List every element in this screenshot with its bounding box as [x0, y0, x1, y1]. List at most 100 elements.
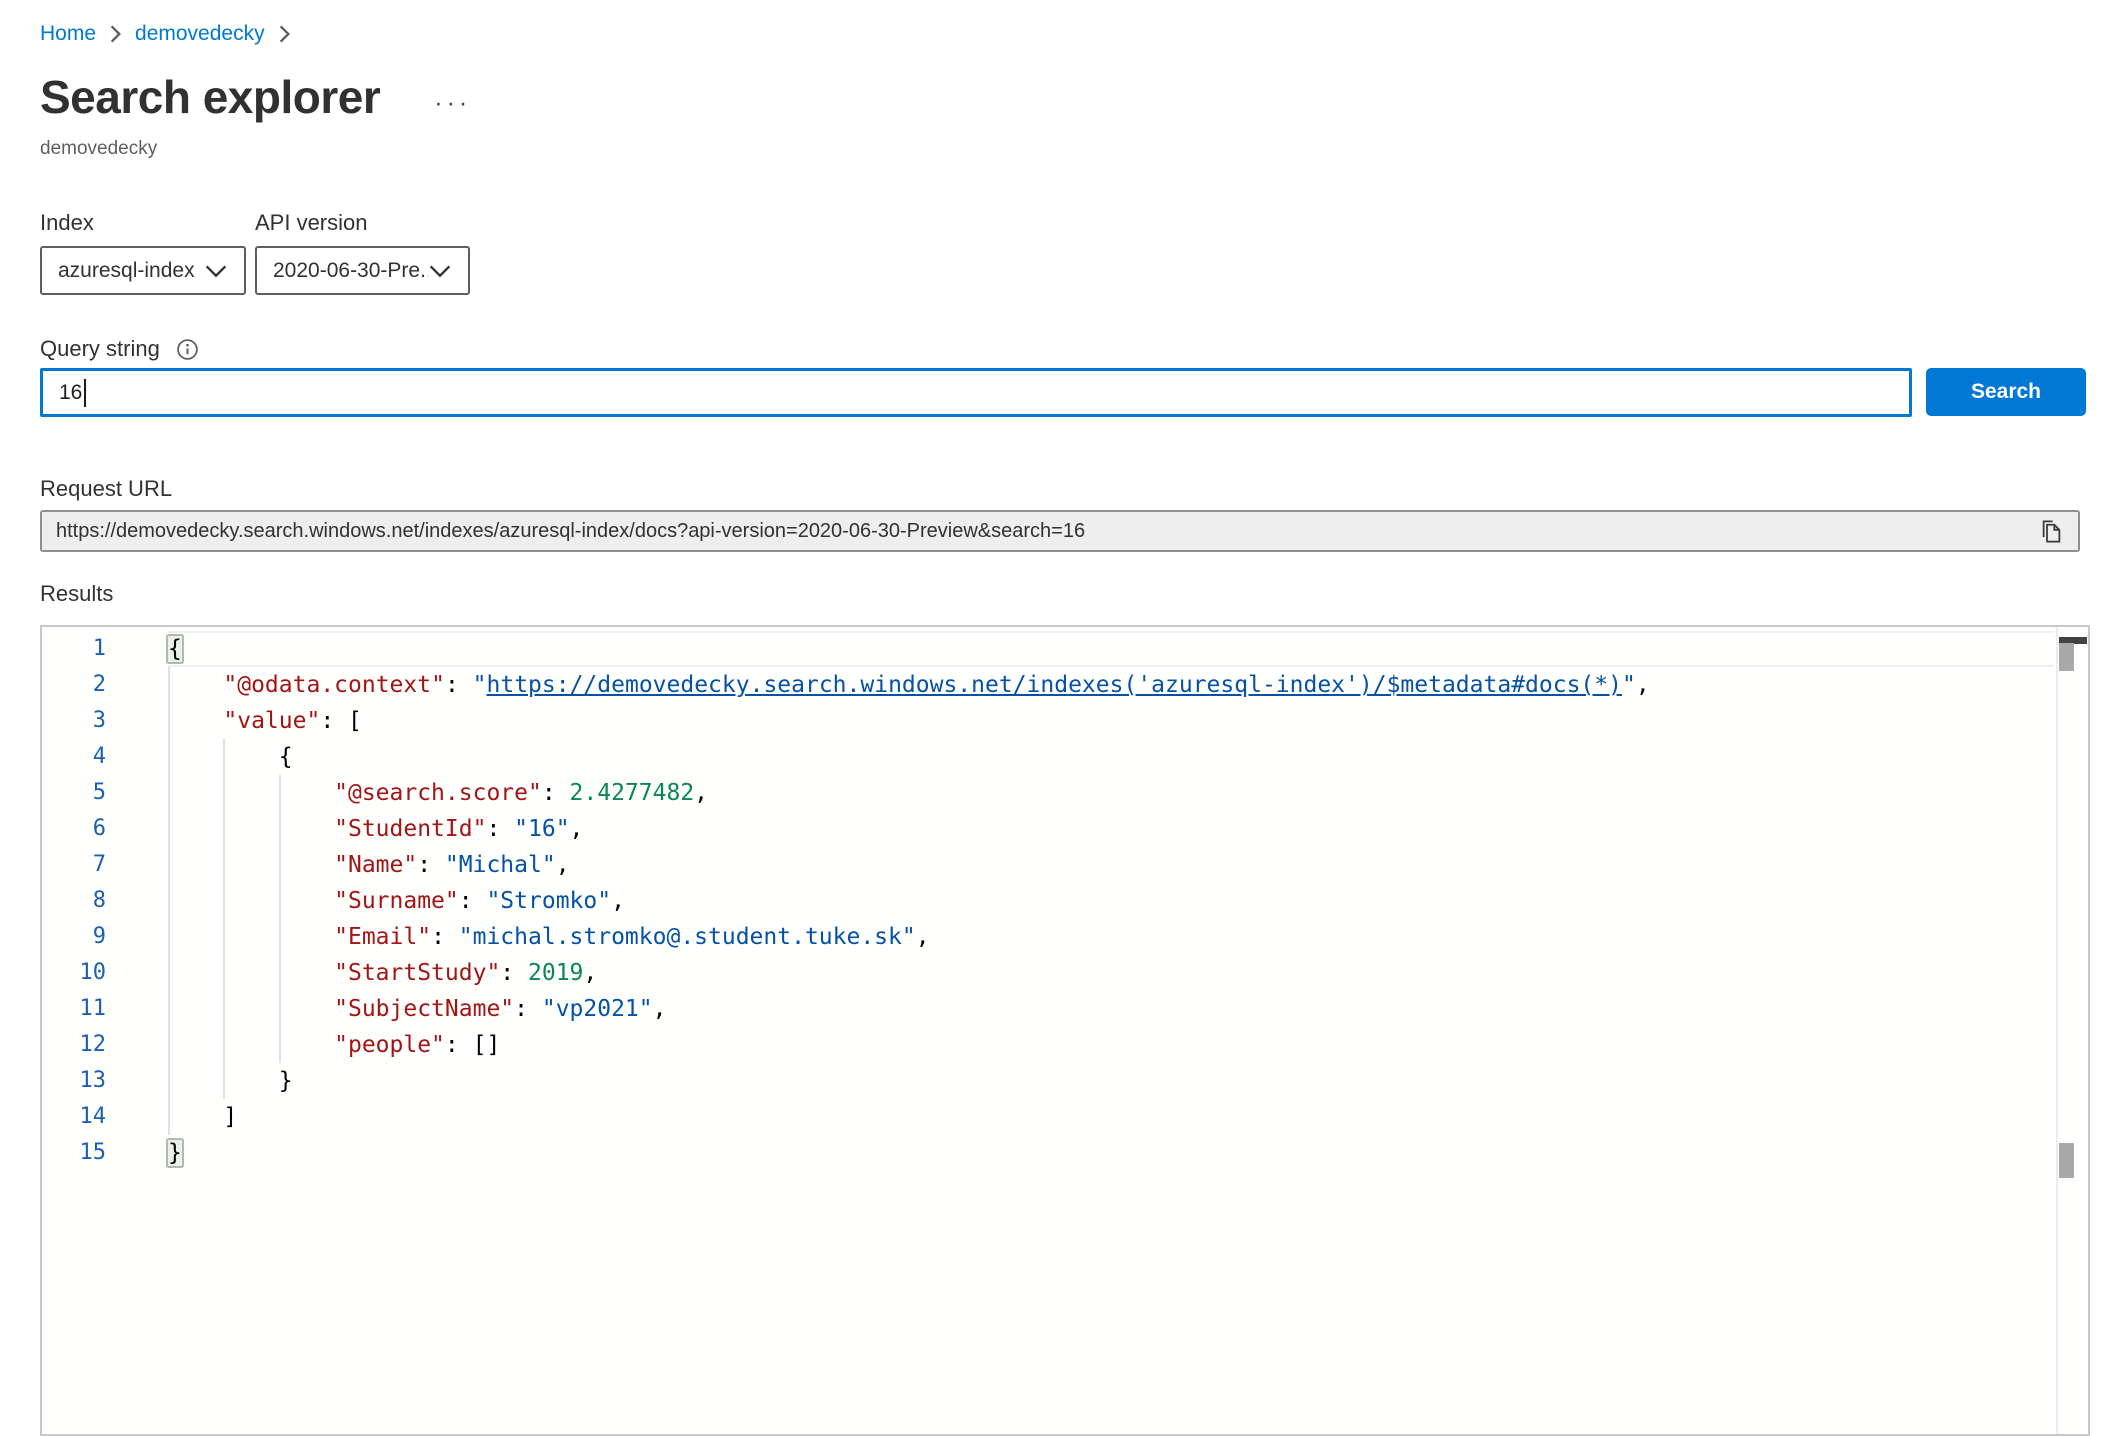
- indent-guide: [168, 919, 223, 955]
- indent-guide: [168, 1063, 223, 1099]
- editor-line: 11"SubjectName": "vp2021",: [42, 991, 2088, 1027]
- indent-guide: [223, 883, 278, 919]
- scrollbar-thumb[interactable]: [2059, 643, 2074, 671]
- json-token-p: :: [417, 852, 445, 878]
- indent-guide: [223, 811, 278, 847]
- editor-line: 12"people": []: [42, 1027, 2088, 1063]
- json-token-l: https://demovedecky.search.windows.net/i…: [487, 672, 1622, 698]
- json-token-s: "Michal": [445, 852, 556, 878]
- json-token-bm: {: [168, 636, 182, 662]
- editor-line: 8"Surname": "Stromko",: [42, 883, 2088, 919]
- json-token-p: ,: [583, 960, 597, 986]
- indent-guide: [279, 919, 334, 955]
- code-line: "value": [: [168, 703, 2054, 739]
- json-token-p: :: [500, 960, 528, 986]
- json-token-s: ": [1622, 672, 1636, 698]
- line-number: 12: [42, 1027, 168, 1063]
- index-label: Index: [40, 210, 94, 236]
- code-line: "SubjectName": "vp2021",: [168, 991, 2054, 1027]
- chevron-down-icon: [204, 264, 228, 278]
- json-token-p: :: [514, 996, 542, 1022]
- editor-line: 4{: [42, 739, 2088, 775]
- json-token-p: ,: [916, 924, 930, 950]
- line-number: 11: [42, 991, 168, 1027]
- query-string-label-row: Query string: [40, 336, 199, 362]
- copy-icon[interactable]: [2036, 515, 2066, 547]
- editor-line: 1{: [42, 631, 2088, 667]
- index-dropdown-value: azuresql-index: [58, 259, 195, 283]
- info-icon[interactable]: [176, 338, 199, 361]
- json-token-p: ,: [556, 852, 570, 878]
- json-token-p: ,: [570, 816, 584, 842]
- page-title: Search explorer: [40, 70, 380, 124]
- indent-guide: [223, 775, 278, 811]
- code-line: "StartStudy": 2019,: [168, 955, 2054, 991]
- json-token-p: :: [486, 816, 514, 842]
- code-line: "Email": "michal.stromko@.student.tuke.s…: [168, 919, 2054, 955]
- json-token-s: "16": [514, 816, 569, 842]
- json-token-s: "michal.stromko@.student.tuke.sk": [459, 924, 916, 950]
- indent-guide: [279, 883, 334, 919]
- indent-guide: [168, 847, 223, 883]
- page-subtitle: demovedecky: [40, 138, 157, 160]
- indent-guide: [168, 1099, 223, 1135]
- code-line: ]: [168, 1099, 2054, 1135]
- json-token-k: "Name": [334, 852, 417, 878]
- line-number: 9: [42, 919, 168, 955]
- index-dropdown[interactable]: azuresql-index: [40, 246, 246, 295]
- line-number: 8: [42, 883, 168, 919]
- json-token-k: "people": [334, 1032, 445, 1058]
- search-button[interactable]: Search: [1926, 368, 2086, 416]
- json-token-k: "SubjectName": [334, 996, 514, 1022]
- code-line: "Name": "Michal",: [168, 847, 2054, 883]
- code-line: "people": []: [168, 1027, 2054, 1063]
- line-number: 5: [42, 775, 168, 811]
- editor-line: 6"StudentId": "16",: [42, 811, 2088, 847]
- json-token-p: ,: [611, 888, 625, 914]
- json-token-p: :: [542, 780, 570, 806]
- indent-guide: [223, 991, 278, 1027]
- api-version-dropdown[interactable]: 2020-06-30-Pre...: [255, 246, 470, 295]
- indent-guide: [168, 991, 223, 1027]
- line-number: 10: [42, 955, 168, 991]
- indent-guide: [279, 1027, 334, 1063]
- indent-guide: [168, 739, 223, 775]
- line-number: 3: [42, 703, 168, 739]
- request-url-field[interactable]: https://demovedecky.search.windows.net/i…: [40, 510, 2080, 552]
- editor-line: 7"Name": "Michal",: [42, 847, 2088, 883]
- search-explorer-page: Home demovedecky Search explorer ··· dem…: [0, 0, 2102, 1436]
- results-json-editor[interactable]: 1{2"@odata.context": "https://demovedeck…: [40, 625, 2090, 1436]
- code-line: "@odata.context": "https://demovedecky.s…: [168, 667, 2054, 703]
- breadcrumb-demovedecky-link[interactable]: demovedecky: [135, 22, 265, 46]
- code-line: "StudentId": "16",: [168, 811, 2054, 847]
- breadcrumb-home-link[interactable]: Home: [40, 22, 96, 46]
- breadcrumb: Home demovedecky: [40, 22, 290, 46]
- json-token-p: }: [279, 1068, 293, 1094]
- json-token-p: :: [431, 924, 459, 950]
- code-line: "@search.score": 2.4277482,: [168, 775, 2054, 811]
- code-line: }: [168, 1063, 2054, 1099]
- indent-guide: [168, 811, 223, 847]
- indent-guide: [279, 955, 334, 991]
- json-token-k: "@search.score": [334, 780, 542, 806]
- indent-guide: [168, 703, 223, 739]
- json-token-k: "Email": [334, 924, 431, 950]
- chevron-down-icon: [428, 264, 452, 278]
- editor-line: 5"@search.score": 2.4277482,: [42, 775, 2088, 811]
- indent-guide: [168, 883, 223, 919]
- more-options-icon[interactable]: ···: [434, 91, 471, 116]
- api-version-dropdown-value: 2020-06-30-Pre...: [273, 259, 428, 283]
- json-token-k: "@odata.context": [223, 672, 445, 698]
- json-token-k: "value": [223, 708, 320, 734]
- request-url-value: https://demovedecky.search.windows.net/i…: [56, 520, 2036, 543]
- results-label: Results: [40, 581, 113, 607]
- editor-overview-ruler: [2056, 627, 2088, 1434]
- query-string-value: 16: [59, 381, 82, 405]
- json-token-bm: }: [168, 1140, 182, 1166]
- request-url-label: Request URL: [40, 476, 172, 502]
- json-token-p: ,: [653, 996, 667, 1022]
- query-string-input[interactable]: 16: [40, 368, 1912, 417]
- indent-guide: [223, 739, 278, 775]
- indent-guide: [168, 1027, 223, 1063]
- editor-line: 3"value": [: [42, 703, 2088, 739]
